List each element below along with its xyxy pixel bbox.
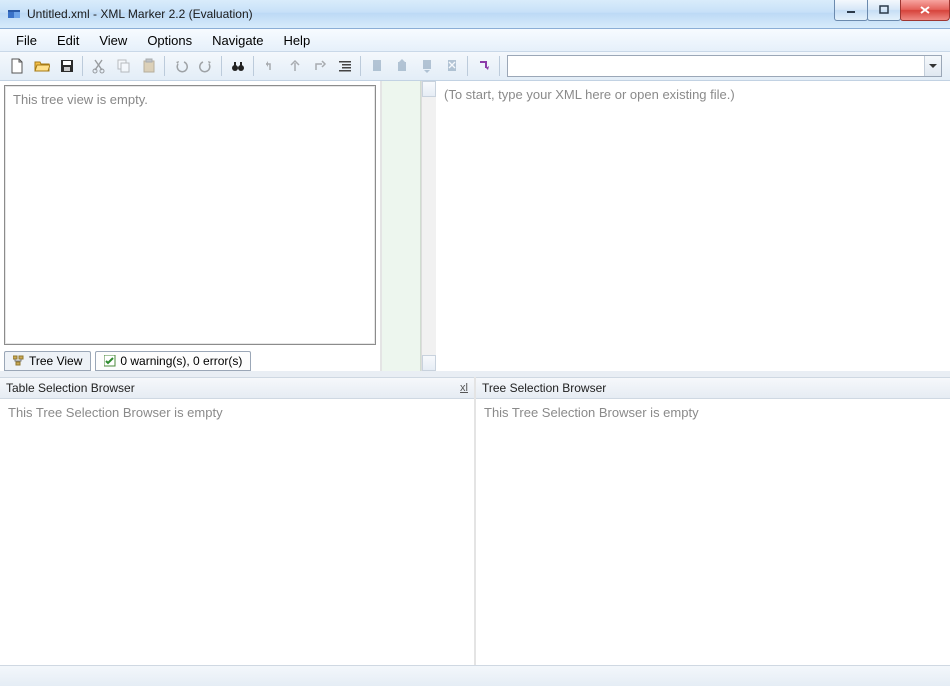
- up-left-arrow-icon: [262, 58, 278, 74]
- toolbar: [0, 52, 950, 81]
- xpath-dropdown-button[interactable]: [924, 56, 941, 76]
- maximize-button[interactable]: [867, 0, 901, 21]
- copy-button[interactable]: [111, 54, 136, 78]
- window-buttons: [835, 0, 950, 21]
- xpath-combo[interactable]: [507, 55, 942, 77]
- menu-options[interactable]: Options: [137, 31, 202, 50]
- titlebar: Untitled.xml - XML Marker 2.2 (Evaluatio…: [0, 0, 950, 29]
- bookmark-toggle-button[interactable]: [364, 54, 389, 78]
- bookmark-icon: [369, 58, 385, 74]
- binoculars-icon: [230, 58, 246, 74]
- toolbar-separator: [253, 56, 254, 76]
- close-icon: [919, 5, 931, 15]
- menu-help[interactable]: Help: [273, 31, 320, 50]
- find-button[interactable]: [225, 54, 250, 78]
- tree-selection-title: Tree Selection Browser: [482, 381, 606, 395]
- app-icon: [6, 6, 22, 22]
- toolbar-separator: [467, 56, 468, 76]
- minimize-button[interactable]: [834, 0, 868, 21]
- bookmark-next-button[interactable]: [414, 54, 439, 78]
- tab-tree-view[interactable]: Tree View: [4, 351, 91, 371]
- bookmark-clear-button[interactable]: [439, 54, 464, 78]
- undo-icon: [173, 58, 189, 74]
- redo-icon: [198, 58, 214, 74]
- main-area: This tree view is empty. Tree View 0 war…: [0, 81, 950, 665]
- bookmark-up-icon: [394, 58, 410, 74]
- tree-selection-header: Tree Selection Browser: [476, 377, 950, 399]
- menu-view[interactable]: View: [89, 31, 137, 50]
- open-file-button[interactable]: [29, 54, 54, 78]
- statusbar: [0, 665, 950, 686]
- copy-icon: [116, 58, 132, 74]
- new-file-icon: [9, 58, 25, 74]
- table-selection-empty-text: This Tree Selection Browser is empty: [8, 405, 223, 420]
- table-pane-close-button[interactable]: xl: [460, 382, 468, 394]
- table-selection-title: Table Selection Browser: [6, 381, 135, 395]
- editor-gutter: [382, 81, 421, 371]
- minimize-icon: [846, 5, 856, 15]
- save-icon: [59, 58, 75, 74]
- toolbar-separator: [164, 56, 165, 76]
- paste-button[interactable]: [136, 54, 161, 78]
- right-pane: (To start, type your XML here or open ex…: [382, 81, 950, 371]
- tab-tree-view-label: Tree View: [29, 354, 82, 368]
- tree-view[interactable]: This tree view is empty.: [4, 85, 376, 345]
- tab-errors-label: 0 warning(s), 0 error(s): [120, 354, 242, 368]
- bottom-split: Table Selection Browser xl This Tree Sel…: [0, 377, 950, 665]
- toolbar-separator: [499, 56, 500, 76]
- check-icon: [104, 355, 116, 367]
- cut-icon: [91, 58, 107, 74]
- up-right-arrow-icon: [312, 58, 328, 74]
- app-window: Untitled.xml - XML Marker 2.2 (Evaluatio…: [0, 0, 950, 686]
- cut-button[interactable]: [86, 54, 111, 78]
- menu-edit[interactable]: Edit: [47, 31, 89, 50]
- format-button[interactable]: [332, 54, 357, 78]
- maximize-icon: [879, 5, 889, 15]
- table-selection-pane: Table Selection Browser xl This Tree Sel…: [0, 377, 474, 665]
- left-pane: This tree view is empty. Tree View 0 war…: [0, 81, 382, 371]
- menu-file[interactable]: File: [6, 31, 47, 50]
- tree-empty-text: This tree view is empty.: [13, 92, 148, 107]
- tree-selection-empty-text: This Tree Selection Browser is empty: [484, 405, 699, 420]
- close-button[interactable]: [900, 0, 950, 21]
- nav-next-sibling-button[interactable]: [307, 54, 332, 78]
- paste-icon: [141, 58, 157, 74]
- bookmark-prev-button[interactable]: [389, 54, 414, 78]
- new-file-button[interactable]: [4, 54, 29, 78]
- nav-parent-button[interactable]: [282, 54, 307, 78]
- editor-vscroll-left[interactable]: [421, 81, 436, 371]
- toolbar-separator: [82, 56, 83, 76]
- tree-selection-body[interactable]: This Tree Selection Browser is empty: [476, 399, 950, 665]
- toolbar-separator: [360, 56, 361, 76]
- top-split: This tree view is empty. Tree View 0 war…: [0, 81, 950, 371]
- tree-selection-pane: Tree Selection Browser This Tree Selecti…: [474, 377, 950, 665]
- redo-button[interactable]: [193, 54, 218, 78]
- editor-placeholder: (To start, type your XML here or open ex…: [444, 87, 735, 102]
- save-button[interactable]: [54, 54, 79, 78]
- window-title: Untitled.xml - XML Marker 2.2 (Evaluatio…: [27, 7, 253, 21]
- tree-icon: [13, 355, 25, 367]
- left-tabs: Tree View 0 warning(s), 0 error(s): [0, 349, 380, 371]
- chevron-down-icon: [929, 62, 937, 70]
- table-selection-body[interactable]: This Tree Selection Browser is empty: [0, 399, 474, 665]
- bookmark-down-icon: [419, 58, 435, 74]
- table-selection-header: Table Selection Browser xl: [0, 377, 474, 399]
- up-arrow-icon: [287, 58, 303, 74]
- refresh-button[interactable]: [471, 54, 496, 78]
- bookmark-x-icon: [444, 58, 460, 74]
- indent-lines-icon: [337, 58, 353, 74]
- undo-button[interactable]: [168, 54, 193, 78]
- nav-prev-sibling-button[interactable]: [257, 54, 282, 78]
- menubar: File Edit View Options Navigate Help: [0, 29, 950, 52]
- open-folder-icon: [34, 58, 50, 74]
- tab-errors[interactable]: 0 warning(s), 0 error(s): [95, 351, 251, 371]
- menu-navigate[interactable]: Navigate: [202, 31, 273, 50]
- source-editor[interactable]: (To start, type your XML here or open ex…: [436, 81, 950, 371]
- refresh-arrow-icon: [476, 58, 492, 74]
- toolbar-separator: [221, 56, 222, 76]
